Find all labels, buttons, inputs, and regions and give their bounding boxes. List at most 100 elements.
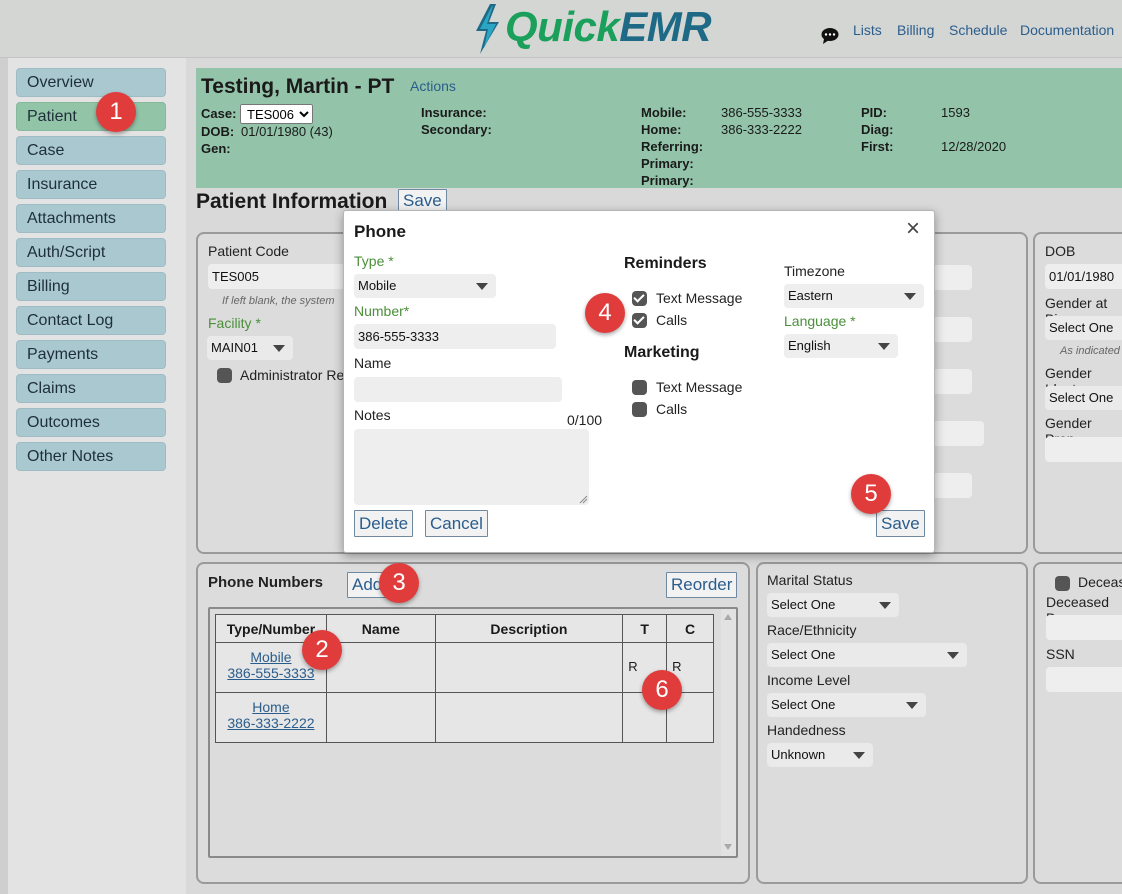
mobile-label: Mobile:	[641, 105, 687, 120]
app-logo[interactable]: QuickEMR	[505, 3, 712, 51]
handedness-value: Unknown	[771, 747, 826, 762]
scroll-up-icon[interactable]	[723, 612, 733, 622]
sidebar-item-outcomes[interactable]: Outcomes	[16, 408, 166, 437]
marital-select[interactable]: Select One	[767, 593, 899, 617]
income-select[interactable]: Select One	[767, 693, 926, 717]
referring-label: Referring:	[641, 139, 704, 154]
handedness-select[interactable]: Unknown	[767, 743, 873, 767]
sidebar-item-billing[interactable]: Billing	[16, 272, 166, 301]
step-badge-4: 4	[585, 293, 625, 333]
ssn-label: SSN	[1046, 646, 1075, 662]
step-badge-6: 6	[642, 670, 682, 710]
dialog-save-button[interactable]: Save	[876, 510, 925, 537]
description-cell	[434, 692, 624, 743]
logo-quick: Quick	[505, 3, 620, 50]
case-label: Case:	[201, 106, 237, 121]
description-cell	[434, 642, 624, 693]
field-behind-2[interactable]	[930, 317, 972, 342]
chat-bubble-icon[interactable]	[821, 27, 839, 44]
name-input[interactable]	[354, 377, 562, 402]
gen-label: Gen:	[201, 141, 231, 156]
patient-code-label: Patient Code	[208, 243, 289, 259]
cancel-button[interactable]: Cancel	[425, 510, 488, 537]
facility-value: MAIN01	[211, 340, 258, 355]
nav-documentation[interactable]: Documentation	[1020, 22, 1114, 38]
case-select[interactable]: TES006	[240, 104, 313, 124]
phone-type-link[interactable]: Mobile	[250, 649, 291, 665]
language-select[interactable]: English	[784, 334, 898, 358]
sidebar-item-attachments[interactable]: Attachments	[16, 204, 166, 233]
facility-select[interactable]: MAIN01	[207, 336, 293, 360]
number-input[interactable]: 386-555-3333	[354, 324, 556, 349]
type-select[interactable]: Mobile	[354, 274, 496, 298]
sidebar-item-other-notes[interactable]: Other Notes	[16, 442, 166, 471]
name-cell	[325, 642, 436, 693]
sidebar-item-case[interactable]: Case	[16, 136, 166, 165]
gender-birth-select[interactable]: Select One	[1045, 316, 1122, 340]
income-label: Income Level	[767, 672, 851, 688]
field-behind-4[interactable]	[930, 421, 984, 446]
chevron-down-icon	[273, 345, 285, 352]
insurance-label: Insurance:	[421, 105, 487, 120]
phone-number-link[interactable]: 386-555-3333	[227, 665, 314, 681]
phone-numbers-table: Type/Number Name Description T C Mobile …	[215, 614, 714, 743]
patient-code-hint: If left blank, the system	[222, 295, 335, 307]
step-badge-3: 3	[379, 563, 419, 603]
nav-schedule[interactable]: Schedule	[949, 22, 1007, 38]
field-behind-3[interactable]	[930, 369, 972, 394]
nav-billing[interactable]: Billing	[897, 22, 934, 38]
sidebar-item-patient[interactable]: Patient	[16, 102, 166, 131]
sidebar-item-payments[interactable]: Payments	[16, 340, 166, 369]
gender-pronoun-input[interactable]	[1045, 437, 1122, 462]
reminder-calls-checkbox[interactable]	[632, 313, 647, 328]
chevron-down-icon	[947, 652, 959, 659]
reminder-text-checkbox[interactable]	[632, 291, 647, 306]
pid-label: PID:	[861, 105, 887, 120]
field-behind-1[interactable]	[930, 265, 972, 290]
notes-textarea[interactable]	[354, 429, 589, 505]
chevron-down-icon	[879, 602, 891, 609]
primary-label: Primary:	[641, 156, 694, 171]
chevron-down-icon	[476, 283, 488, 290]
handedness-label: Handedness	[767, 722, 846, 738]
nav-lists[interactable]: Lists	[853, 22, 882, 38]
gender-identity-select[interactable]: Select One	[1045, 386, 1122, 410]
reorder-button[interactable]: Reorder	[666, 572, 738, 598]
step-badge-5: 5	[851, 474, 891, 514]
deceased-date-input[interactable]	[1046, 615, 1122, 640]
deceased-checkbox[interactable]	[1055, 576, 1070, 591]
sidebar-item-auth-script[interactable]: Auth/Script	[16, 238, 166, 267]
marketing-calls-checkbox[interactable]	[632, 402, 647, 417]
field-behind-5[interactable]	[930, 473, 972, 498]
delete-button[interactable]: Delete	[354, 510, 414, 537]
patient-code-input[interactable]: TES005	[208, 264, 348, 289]
sidebar-item-contact-log[interactable]: Contact Log	[16, 306, 166, 335]
table-scrollbar[interactable]	[721, 609, 736, 856]
resize-handle-icon[interactable]	[579, 495, 588, 504]
dialog-title: Phone	[354, 222, 406, 241]
income-value: Select One	[771, 697, 836, 712]
marketing-text-checkbox[interactable]	[632, 380, 647, 395]
lightning-logo-icon	[476, 4, 499, 54]
timezone-select[interactable]: Eastern	[784, 284, 924, 308]
logo-emr: EMR	[619, 3, 712, 50]
dob-input[interactable]: 01/01/1980	[1045, 264, 1122, 289]
sidebar-item-overview[interactable]: Overview	[16, 68, 166, 97]
timezone-label: Timezone	[784, 263, 845, 279]
administrator-checkbox[interactable]	[217, 368, 232, 383]
col-name: Name	[325, 614, 436, 643]
phone-type-link[interactable]: Home	[252, 699, 289, 715]
ssn-input[interactable]	[1046, 667, 1122, 692]
phone-number-link[interactable]: 386-333-2222	[227, 715, 314, 731]
close-icon[interactable]: ×	[906, 216, 920, 242]
table-header-row: Type/Number Name Description T C	[215, 614, 714, 643]
marketing-text-label: Text Message	[656, 379, 743, 395]
scroll-down-icon[interactable]	[723, 842, 733, 852]
actions-link[interactable]: Actions	[410, 78, 456, 94]
sidebar-item-claims[interactable]: Claims	[16, 374, 166, 403]
race-select[interactable]: Select One	[767, 643, 967, 667]
facility-label: Facility *	[208, 315, 261, 331]
marketing-calls-label: Calls	[656, 401, 688, 417]
home-label: Home:	[641, 122, 682, 137]
sidebar-item-insurance[interactable]: Insurance	[16, 170, 166, 199]
